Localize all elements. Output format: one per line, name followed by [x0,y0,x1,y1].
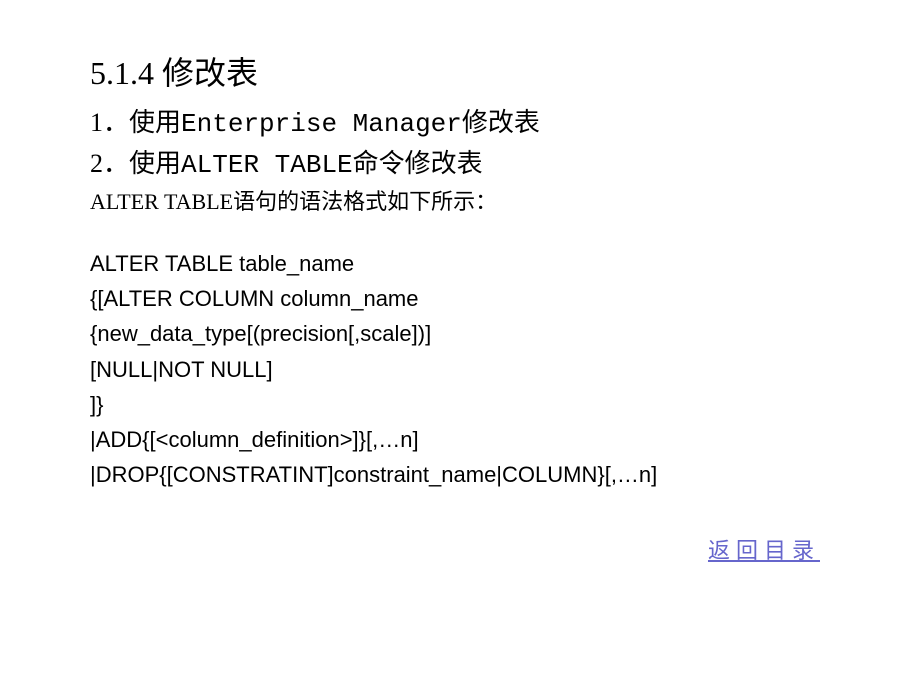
syntax-line-4: [NULL|NOT NULL] [90,352,830,387]
subsection-1-prefix: 使用 [129,108,181,137]
section-title: 5.1.4 修改表 [90,48,830,94]
subsection-1: 1．使用Enterprise Manager修改表 [90,102,830,139]
syntax-line-7: |DROP{[CONSTRATINT]constraint_name|COLUM… [90,457,830,492]
syntax-description: ALTER TABLE语句的语法格式如下所示： [90,184,830,216]
subsection-2-suffix: 命令修改表 [353,149,483,178]
subsection-2-code: ALTER TABLE [181,150,353,180]
subsection-1-code: Enterprise Manager [181,109,462,139]
back-to-toc-link[interactable]: 返回目录 [708,533,820,565]
syntax-line-3: {new_data_type[(precision[,scale])] [90,316,830,351]
syntax-line-1: ALTER TABLE table_name [90,246,830,281]
subsection-1-suffix: 修改表 [462,108,540,137]
subsection-1-num: 1． [90,108,129,137]
syntax-line-5: ]} [90,387,830,422]
subsection-2: 2．使用ALTER TABLE命令修改表 [90,143,830,180]
syntax-line-2: {[ALTER COLUMN column_name [90,281,830,316]
syntax-line-6: |ADD{[<column_definition>]}[,…n] [90,422,830,457]
subsection-2-num: 2． [90,149,129,178]
subsection-2-prefix: 使用 [129,149,181,178]
